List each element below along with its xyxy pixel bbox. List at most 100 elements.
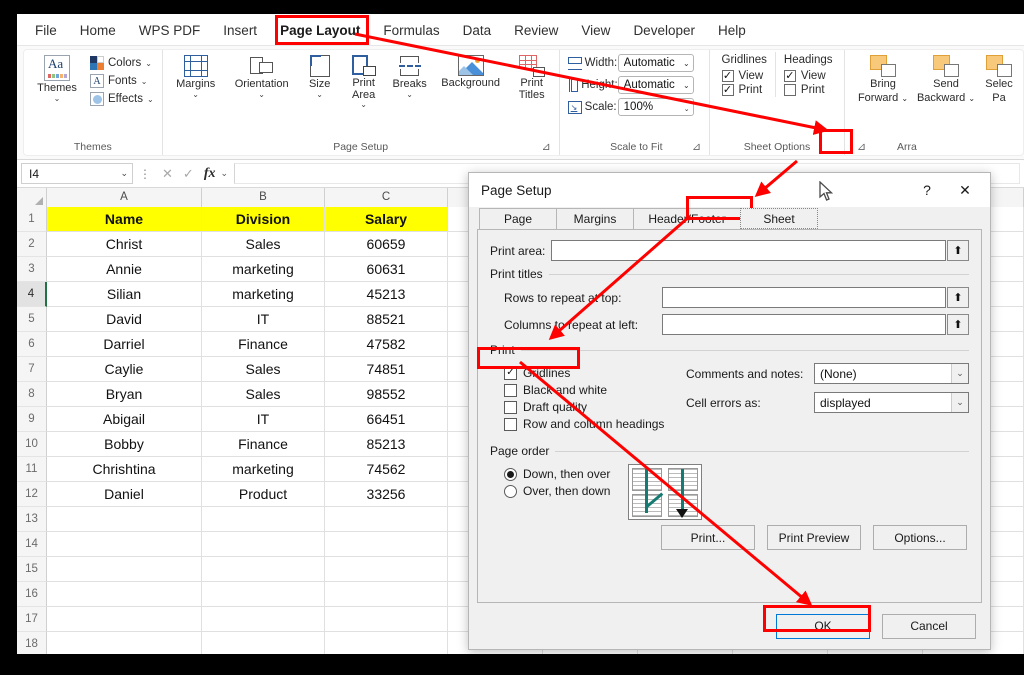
themes-button[interactable]: Aa Themes ⌄ (28, 52, 86, 102)
row-header-5[interactable]: 5 (17, 307, 47, 332)
comments-and-notes-select[interactable]: (None) ⌄ (814, 363, 969, 384)
cell-A8[interactable]: Bryan (47, 382, 202, 407)
dialog-tab-margins[interactable]: Margins (556, 208, 634, 229)
cell-B4[interactable]: marketing (202, 282, 325, 307)
ribbon-tab-review[interactable]: Review (504, 19, 568, 42)
print-preview-button[interactable]: Print Preview (767, 525, 861, 550)
margins-button[interactable]: Margins ⌄ (167, 52, 225, 98)
cell-B16[interactable] (202, 582, 325, 607)
dialog-tab-page[interactable]: Page (479, 208, 557, 229)
rows-to-repeat-input[interactable] (662, 287, 946, 308)
cell-A17[interactable] (47, 607, 202, 632)
row-header-4[interactable]: 4 (17, 282, 47, 307)
row-header-14[interactable]: 14 (17, 532, 47, 557)
cell-C15[interactable] (325, 557, 448, 582)
background-button[interactable]: Background (433, 52, 509, 90)
cell-A16[interactable] (47, 582, 202, 607)
cell-B15[interactable] (202, 557, 325, 582)
cell-C18[interactable] (325, 632, 448, 654)
page-order-down-then-over-radio[interactable]: Down, then over (504, 467, 610, 481)
cell-A6[interactable]: Darriel (47, 332, 202, 357)
orientation-button[interactable]: Orientation ⌄ (225, 52, 299, 98)
column-header-c[interactable]: C (325, 188, 448, 207)
cell-B8[interactable]: Sales (202, 382, 325, 407)
row-header-10[interactable]: 10 (17, 432, 47, 457)
theme-effects-button[interactable]: Effects ⌄ (86, 90, 158, 108)
cell-A11[interactable]: Chrishtina (47, 457, 202, 482)
cell-C11[interactable]: 74562 (325, 457, 448, 482)
help-icon[interactable]: ? (908, 175, 946, 205)
dialog-title-bar[interactable]: Page Setup ? ✕ (469, 173, 990, 207)
ribbon-tab-home[interactable]: Home (70, 19, 126, 42)
cancel-icon[interactable]: ✕ (157, 166, 178, 182)
row-header-15[interactable]: 15 (17, 557, 47, 582)
print-area-input[interactable] (551, 240, 946, 261)
cell-C17[interactable] (325, 607, 448, 632)
cell-B10[interactable]: Finance (202, 432, 325, 457)
spinner-arrows-icon[interactable]: ⌃ ⌄ (684, 101, 690, 113)
page-order-over-then-down-radio[interactable]: Over, then down (504, 484, 610, 498)
name-box[interactable]: I4 ⌄ (21, 163, 133, 184)
selection-pane-button[interactable]: Selec Pa (979, 52, 1019, 104)
ribbon-tab-wps-pdf[interactable]: WPS PDF (129, 19, 211, 42)
ok-button[interactable]: OK (776, 613, 870, 639)
cell-C12[interactable]: 33256 (325, 482, 448, 507)
cell-A7[interactable]: Caylie (47, 357, 202, 382)
cell-A14[interactable] (47, 532, 202, 557)
collapse-dialog-icon[interactable]: ⬆ (947, 287, 969, 308)
cell-B12[interactable]: Product (202, 482, 325, 507)
print-black-and-white-checkbox[interactable]: Black and white (504, 383, 680, 397)
cell-B17[interactable] (202, 607, 325, 632)
size-button[interactable]: Size ⌄ (299, 52, 341, 98)
row-header-16[interactable]: 16 (17, 582, 47, 607)
chevron-down-icon[interactable]: ⌄ (220, 168, 234, 179)
row-header-2[interactable]: 2 (17, 232, 47, 257)
cell-C4[interactable]: 45213 (325, 282, 448, 307)
cell-A10[interactable]: Bobby (47, 432, 202, 457)
column-header-a[interactable]: A (47, 188, 202, 207)
cell-B3[interactable]: marketing (202, 257, 325, 282)
cell-C6[interactable]: 47582 (325, 332, 448, 357)
row-header-7[interactable]: 7 (17, 357, 47, 382)
cell-B1[interactable]: Division (202, 207, 325, 232)
cell-A13[interactable] (47, 507, 202, 532)
ribbon-tab-formulas[interactable]: Formulas (373, 19, 449, 42)
row-header-8[interactable]: 8 (17, 382, 47, 407)
row-header-9[interactable]: 9 (17, 407, 47, 432)
cell-A5[interactable]: David (47, 307, 202, 332)
enter-icon[interactable]: ✓ (178, 166, 199, 182)
print-gridlines-checkbox[interactable]: Gridlines (504, 366, 680, 380)
cell-C8[interactable]: 98552 (325, 382, 448, 407)
ribbon-tab-data[interactable]: Data (453, 19, 502, 42)
cell-A1[interactable]: Name (47, 207, 202, 232)
collapse-dialog-icon[interactable]: ⬆ (947, 240, 969, 261)
dialog-tab-sheet[interactable]: Sheet (740, 208, 818, 229)
cell-A2[interactable]: Christ (47, 232, 202, 257)
cell-B9[interactable]: IT (202, 407, 325, 432)
ribbon-tab-developer[interactable]: Developer (623, 19, 705, 42)
cell-A9[interactable]: Abigail (47, 407, 202, 432)
cell-A15[interactable] (47, 557, 202, 582)
chevron-down-icon[interactable]: ⌄ (951, 393, 968, 412)
ribbon-tab-view[interactable]: View (571, 19, 620, 42)
column-header-b[interactable]: B (202, 188, 325, 207)
ribbon-tab-help[interactable]: Help (708, 19, 756, 42)
cell-A3[interactable]: Annie (47, 257, 202, 282)
cell-C9[interactable]: 66451 (325, 407, 448, 432)
gridlines-view-checkbox[interactable]: View (721, 70, 767, 82)
scale-spinner[interactable]: 100% ⌃ ⌄ (617, 98, 694, 116)
cell-C14[interactable] (325, 532, 448, 557)
print-draft-quality-checkbox[interactable]: Draft quality (504, 400, 680, 414)
insert-function-icon[interactable]: fx (199, 166, 221, 182)
row-header-1[interactable]: 1 (17, 207, 47, 232)
height-combo[interactable]: Automatic ⌄ (617, 76, 694, 94)
cell-C10[interactable]: 85213 (325, 432, 448, 457)
breaks-button[interactable]: Breaks ⌄ (387, 52, 433, 98)
ribbon-tab-insert[interactable]: Insert (213, 19, 267, 42)
print-button[interactable]: Print... (661, 525, 755, 550)
print-titles-button[interactable]: Print Titles (509, 52, 555, 101)
cell-C2[interactable]: 60659 (325, 232, 448, 257)
collapse-dialog-icon[interactable]: ⬆ (947, 314, 969, 335)
row-header-13[interactable]: 13 (17, 507, 47, 532)
options-button[interactable]: Options... (873, 525, 967, 550)
